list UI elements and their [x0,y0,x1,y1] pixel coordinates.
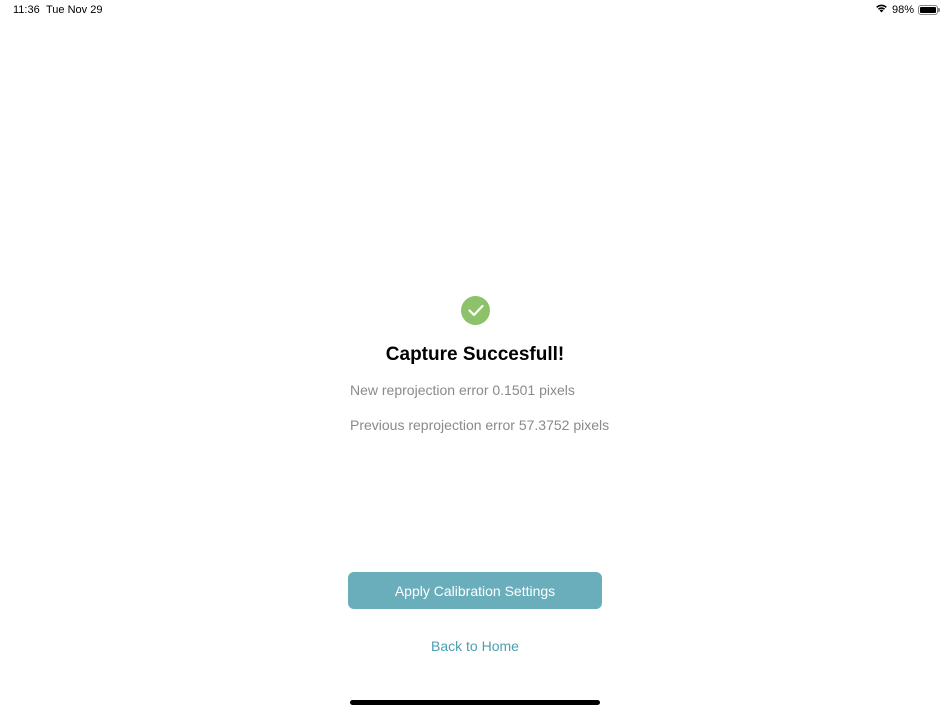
status-indicators: 98% [875,3,940,16]
battery-level-fill [920,6,936,13]
apply-calibration-button[interactable]: Apply Calibration Settings [348,572,602,609]
battery-tip [938,7,940,12]
status-date: Tue Nov 29 [46,4,103,16]
back-to-home-link[interactable]: Back to Home [0,638,950,654]
status-bar: 11:36 Tue Nov 29 98% [0,0,950,22]
status-time: 11:36 [13,4,40,16]
wifi-icon [875,3,888,16]
calibration-result-screen: 11:36 Tue Nov 29 98% Capture Succesfull!… [0,0,950,712]
previous-reprojection-error: Previous reprojection error 57.3752 pixe… [350,417,610,433]
home-indicator[interactable] [350,700,600,705]
checkmark-icon [461,296,490,325]
new-reprojection-error: New reprojection error 0.1501 pixels [350,382,575,398]
result-title: Capture Succesfull! [385,344,565,365]
battery-icon [918,4,940,15]
battery-percent: 98% [891,3,914,16]
